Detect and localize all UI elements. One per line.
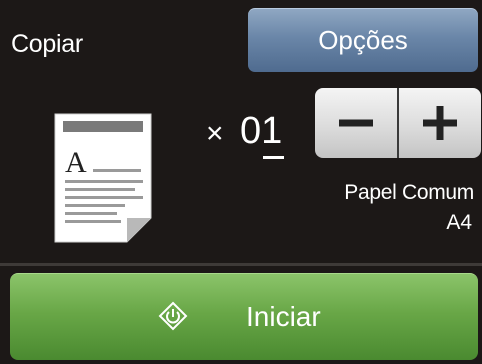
increase-copies-button[interactable]: [399, 88, 481, 158]
copies-count[interactable]: 01: [240, 110, 282, 152]
copy-screen: Copiar Opções A × 01 Papel Comum A4 Inic…: [0, 0, 482, 364]
divider: [0, 263, 482, 266]
options-button[interactable]: Opções: [248, 8, 478, 72]
decrease-copies-button[interactable]: [315, 88, 399, 158]
document-letter: A: [65, 146, 87, 179]
start-button[interactable]: Iniciar: [10, 273, 478, 360]
paper-size-label: A4: [446, 211, 472, 234]
start-diamond-icon: [158, 301, 188, 331]
screen-title: Copiar: [11, 30, 83, 58]
options-button-label: Opções: [318, 25, 408, 55]
copies-stepper: [315, 88, 481, 158]
document-icon: A: [54, 113, 152, 243]
start-button-label: Iniciar: [246, 301, 321, 332]
paper-type-label: Papel Comum: [344, 181, 474, 204]
copies-cursor: [263, 156, 284, 159]
copies-multiplier: ×: [206, 117, 224, 150]
